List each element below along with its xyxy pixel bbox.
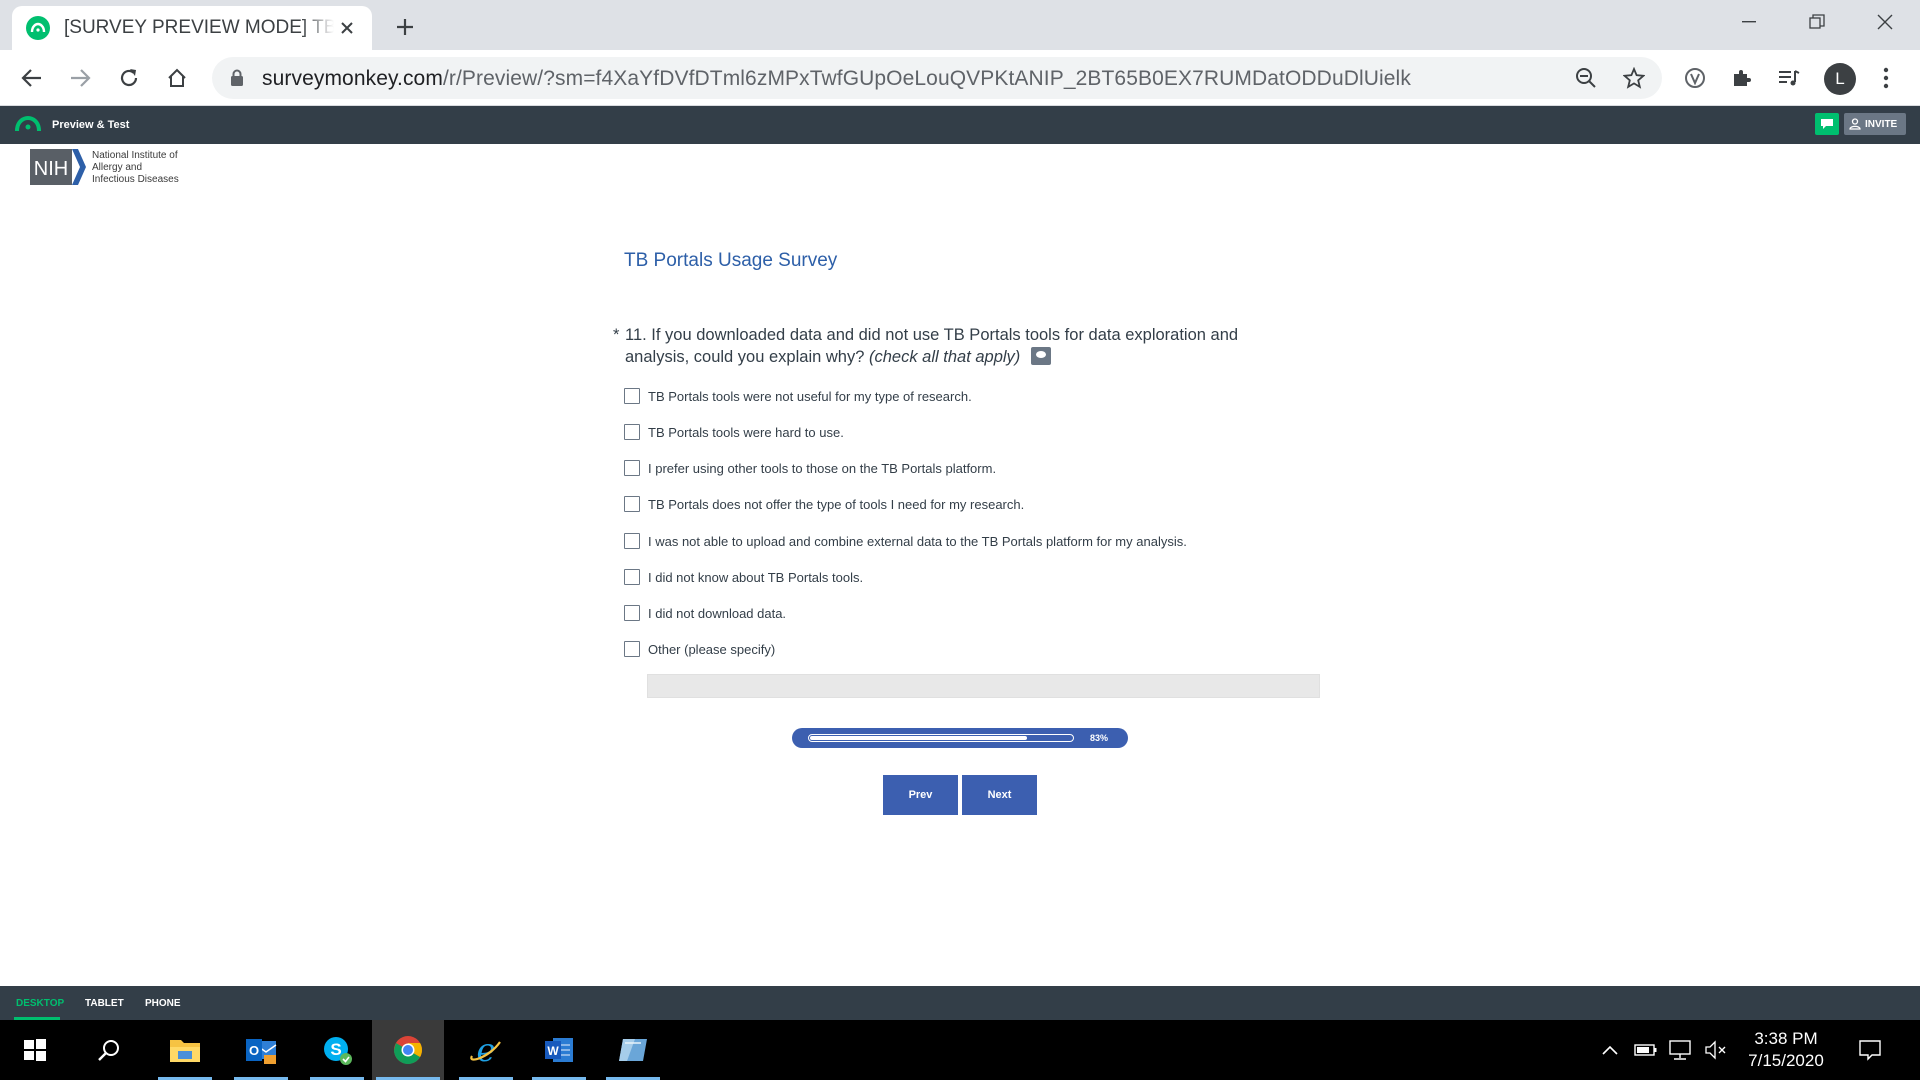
question-11: * 11. If you downloaded data and did not… [613, 324, 1273, 368]
browser-tab[interactable]: [SURVEY PREVIEW MODE] TB Portals Usage S… [12, 6, 372, 50]
forward-arrow-icon[interactable] [64, 62, 96, 94]
person-icon [1849, 118, 1861, 130]
home-icon[interactable] [161, 62, 193, 94]
next-button[interactable]: Next [962, 775, 1037, 815]
option-label[interactable]: TB Portals tools were not useful for my … [648, 389, 972, 404]
progress-track [808, 734, 1074, 742]
url-text[interactable]: surveymonkey.com/r/Preview/?sm=f4XaYfDVf… [262, 67, 1411, 91]
checkbox[interactable] [624, 605, 640, 621]
skype-icon[interactable]: S [306, 1020, 368, 1080]
comment-icon[interactable] [1815, 113, 1839, 135]
option-1[interactable]: TB Portals tools were not useful for my … [624, 388, 972, 404]
surveymonkey-favicon-icon [26, 16, 50, 40]
show-hidden-icons-icon[interactable] [1598, 1038, 1622, 1062]
clock-time: 3:38 PM [1754, 1029, 1818, 1048]
action-center-icon[interactable] [1858, 1038, 1882, 1062]
invite-label: INVITE [1865, 118, 1898, 130]
windows-taskbar: O S e W 3:38 PM 7/15/2020 [0, 1020, 1920, 1080]
progress-fill [810, 736, 1027, 740]
invite-button[interactable]: INVITE [1844, 113, 1906, 135]
survey-title: TB Portals Usage Survey [624, 250, 838, 271]
option-label[interactable]: I did not know about TB Portals tools. [648, 570, 863, 585]
close-window-icon[interactable] [1850, 0, 1920, 44]
reload-icon[interactable] [113, 62, 145, 94]
option-4[interactable]: TB Portals does not offer the type of to… [624, 496, 1024, 512]
profile-avatar[interactable]: L [1824, 63, 1856, 95]
option-6[interactable]: I did not know about TB Portals tools. [624, 569, 863, 585]
progress-label: 83% [1090, 733, 1109, 743]
search-icon[interactable] [78, 1020, 140, 1080]
option-label[interactable]: TB Portals does not offer the type of to… [648, 497, 1024, 512]
nih-name: National Institute of Allergy and Infect… [92, 150, 179, 185]
clock-date: 7/15/2020 [1748, 1051, 1824, 1070]
svg-text:O: O [249, 1043, 259, 1058]
option-label[interactable]: TB Portals tools were hard to use. [648, 425, 844, 440]
required-marker: * [613, 326, 620, 344]
option-5[interactable]: I was not able to upload and combine ext… [624, 533, 1187, 549]
other-specify-input[interactable] [647, 674, 1320, 698]
device-preview-bar: DESKTOP TABLET PHONE [0, 986, 1920, 1020]
bookmark-star-icon[interactable] [1622, 66, 1646, 90]
checkbox[interactable] [624, 641, 640, 657]
browser-tabstrip: [SURVEY PREVIEW MODE] TB Portals Usage S… [0, 0, 1920, 50]
windows-start-icon[interactable] [4, 1020, 66, 1080]
tab-close-icon[interactable] [336, 17, 358, 39]
media-queue-icon[interactable] [1773, 62, 1805, 94]
checkbox[interactable] [624, 388, 640, 404]
checkbox[interactable] [624, 424, 640, 440]
question-hint: (check all that apply) [868, 348, 1021, 366]
option-label[interactable]: I did not download data. [648, 606, 786, 621]
nih-badge-icon: NIH [30, 148, 86, 186]
option-2[interactable]: TB Portals tools were hard to use. [624, 424, 844, 440]
checkbox[interactable] [624, 460, 640, 476]
chrome-menu-icon[interactable] [1870, 62, 1902, 94]
battery-icon[interactable] [1634, 1038, 1658, 1062]
checkbox[interactable] [624, 496, 640, 512]
app-blue-tile-icon[interactable] [602, 1020, 664, 1080]
tab-desktop[interactable]: DESKTOP [16, 998, 64, 1009]
volume-muted-icon[interactable] [1704, 1038, 1728, 1062]
internet-explorer-icon[interactable]: e [455, 1020, 517, 1080]
option-3[interactable]: I prefer using other tools to those on t… [624, 460, 996, 476]
tab-phone[interactable]: PHONE [145, 998, 181, 1009]
lock-icon[interactable] [230, 69, 244, 92]
new-tab-icon[interactable] [390, 12, 420, 42]
file-explorer-icon[interactable] [154, 1020, 216, 1080]
question-comment-icon[interactable] [1030, 347, 1051, 365]
preview-test-label: Preview & Test [52, 119, 130, 131]
nih-logo: NIH National Institute of Allergy and In… [30, 148, 179, 186]
svg-text:S: S [330, 1040, 341, 1059]
svg-text:W: W [547, 1044, 559, 1058]
option-other[interactable]: Other (please specify) [624, 641, 775, 657]
option-7[interactable]: I did not download data. [624, 605, 786, 621]
restore-icon[interactable] [1782, 0, 1852, 44]
network-icon[interactable] [1668, 1038, 1692, 1062]
surveymonkey-logo-icon[interactable] [14, 115, 42, 138]
extensions-puzzle-icon[interactable] [1726, 62, 1758, 94]
zoom-out-icon[interactable] [1574, 66, 1598, 90]
address-bar[interactable]: surveymonkey.com/r/Preview/?sm=f4XaYfDVf… [212, 57, 1662, 99]
tab-title: [SURVEY PREVIEW MODE] TB Portals Usage S… [64, 17, 334, 38]
option-label[interactable]: Other (please specify) [648, 642, 775, 657]
back-arrow-icon[interactable] [16, 62, 48, 94]
browser-toolbar: surveymonkey.com/r/Preview/?sm=f4XaYfDVf… [0, 50, 1920, 106]
option-label[interactable]: I was not able to upload and combine ext… [648, 534, 1187, 549]
checkbox[interactable] [624, 533, 640, 549]
minimize-icon[interactable] [1714, 0, 1784, 44]
option-label[interactable]: I prefer using other tools to those on t… [648, 461, 996, 476]
outlook-icon[interactable]: O [230, 1020, 292, 1080]
system-clock[interactable]: 3:38 PM 7/15/2020 [1728, 1028, 1844, 1072]
preview-bar: Preview & Test INVITE [0, 106, 1920, 144]
chrome-taskbar-icon[interactable] [372, 1020, 444, 1080]
tab-tablet[interactable]: TABLET [85, 998, 124, 1009]
progress-bar: 83% [792, 728, 1128, 748]
checkbox[interactable] [624, 569, 640, 585]
prev-button[interactable]: Prev [883, 775, 958, 815]
nih-badge-text: NIH [34, 158, 68, 180]
word-icon[interactable]: W [528, 1020, 590, 1080]
v-extension-icon[interactable] [1679, 62, 1711, 94]
